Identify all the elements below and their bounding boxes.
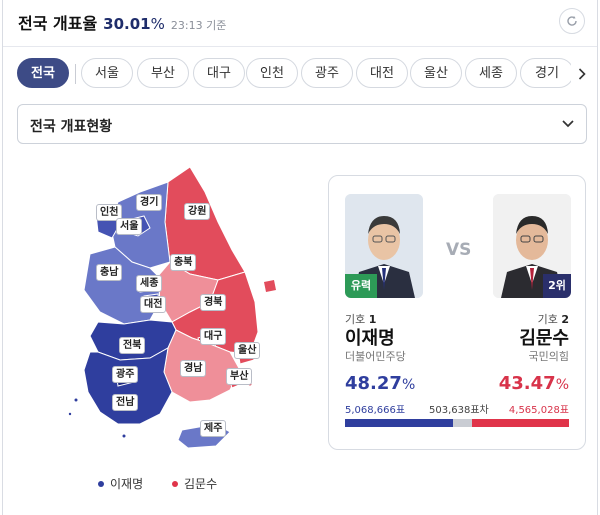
legend-label: 김문수 <box>184 477 218 491</box>
map-label-gyeonggi: 경기 <box>136 194 163 211</box>
tab-gwangju[interactable]: 광주 <box>301 58 353 88</box>
island-dot <box>122 434 126 438</box>
dropdown-value: 전국 개표현황 <box>30 119 113 135</box>
lead-badge: 유력 <box>345 274 377 298</box>
vote-count-left: 5,068,666표 <box>345 405 406 416</box>
tabs-next-button[interactable] <box>573 64 591 84</box>
election-map: 인천 경기 서울 강원 충남 충북 세종 대전 경북 대구 전북 울산 광주 경… <box>40 162 300 462</box>
refresh-button[interactable] <box>559 8 585 34</box>
tab-separator <box>75 64 76 84</box>
legend-dot-blue <box>98 480 104 487</box>
header: 전국 개표율 30.01% 23:13 기준 <box>18 10 226 34</box>
tab-seoul[interactable]: 서울 <box>81 58 133 88</box>
map-label-gwangju: 광주 <box>112 366 139 383</box>
vote-rate-right: 43.47% <box>499 373 569 394</box>
count-rate: 30.01% <box>103 15 165 33</box>
region-tabs: 전국 서울 부산 대구 인천 광주 대전 울산 세종 경기 <box>17 58 571 90</box>
candidate-party-left: 더불어민주당 <box>345 350 406 363</box>
rate-unit: % <box>555 377 569 393</box>
rate-value: 48.27 <box>345 373 402 394</box>
island-dot <box>68 412 72 416</box>
map-label-jeonbuk: 전북 <box>119 337 146 354</box>
candidate-name-right: 김문수 <box>519 328 569 349</box>
timestamp: 23:13 기준 <box>170 19 227 32</box>
refresh-icon <box>567 16 577 26</box>
tab-sejong[interactable]: 세종 <box>465 58 517 88</box>
vote-count-right: 4,565,028표 <box>508 405 569 416</box>
tab-incheon[interactable]: 인천 <box>246 58 298 88</box>
legend-item-lee: 이재명 <box>98 475 143 492</box>
bar-segment-left <box>345 419 453 427</box>
map-label-seoul: 서울 <box>116 218 143 235</box>
vs-label: VS <box>446 240 472 260</box>
map-label-ulsan: 울산 <box>234 342 261 359</box>
map-label-chungbuk: 충북 <box>170 254 197 271</box>
candidate-photo-right: 2위 <box>493 194 571 298</box>
page-title: 전국 개표율 <box>18 14 98 33</box>
tab-busan[interactable]: 부산 <box>137 58 189 88</box>
map-label-gangwon: 강원 <box>184 203 211 220</box>
region-ulleungdo <box>264 280 276 292</box>
chevron-down-icon <box>562 120 574 128</box>
count-rate-value: 30.01 <box>103 15 151 33</box>
map-label-gyeongbuk: 경북 <box>200 294 227 311</box>
tab-daejeon[interactable]: 대전 <box>356 58 408 88</box>
tab-ulsan[interactable]: 울산 <box>410 58 462 88</box>
candidate-name-left: 이재명 <box>345 328 395 349</box>
bar-segment-other <box>453 419 472 427</box>
region-jeonnam[interactable] <box>83 347 173 425</box>
frame-border-left <box>2 0 3 515</box>
tab-nationwide[interactable]: 전국 <box>17 58 69 88</box>
rank-badge: 2위 <box>543 274 571 298</box>
candidate-photo-left: 유력 <box>345 194 423 298</box>
status-dropdown[interactable]: 전국 개표현황 <box>17 104 587 144</box>
map-label-busan: 부산 <box>226 368 253 385</box>
candidate-card: 유력 VS 2위 기호 1 이재명 더불어민주당 48.27% 5,068,66… <box>328 175 586 450</box>
rate-value: 43.47 <box>498 373 556 394</box>
map-label-jeonnam: 전남 <box>112 394 139 411</box>
map-label-chungnam: 충남 <box>96 264 123 281</box>
count-rate-unit: % <box>150 15 165 33</box>
island-dot <box>74 398 78 402</box>
map-label-gyeongnam: 경남 <box>180 360 207 377</box>
tab-gyeonggi[interactable]: 경기 <box>520 58 571 88</box>
vote-gap: 503,638표차 <box>429 405 489 416</box>
header-divider <box>3 46 597 47</box>
candidate-party-right: 국민의힘 <box>528 350 569 363</box>
map-label-sejong: 세종 <box>136 275 163 292</box>
tab-daegu[interactable]: 대구 <box>193 58 245 88</box>
map-label-jeju: 제주 <box>200 420 227 437</box>
chevron-right-icon <box>578 68 586 80</box>
rate-unit: % <box>401 377 416 393</box>
legend-label: 이재명 <box>110 477 144 491</box>
legend-dot-red <box>172 480 178 487</box>
vote-rate-left: 48.27% <box>345 373 415 394</box>
bar-segment-right <box>472 419 569 427</box>
frame-border-right <box>597 0 598 515</box>
map-label-daegu: 대구 <box>200 328 227 345</box>
map-label-daejeon: 대전 <box>140 296 167 313</box>
vote-share-bar <box>345 419 569 427</box>
korea-map-svg <box>68 166 276 449</box>
legend-item-kim: 김문수 <box>172 475 217 492</box>
